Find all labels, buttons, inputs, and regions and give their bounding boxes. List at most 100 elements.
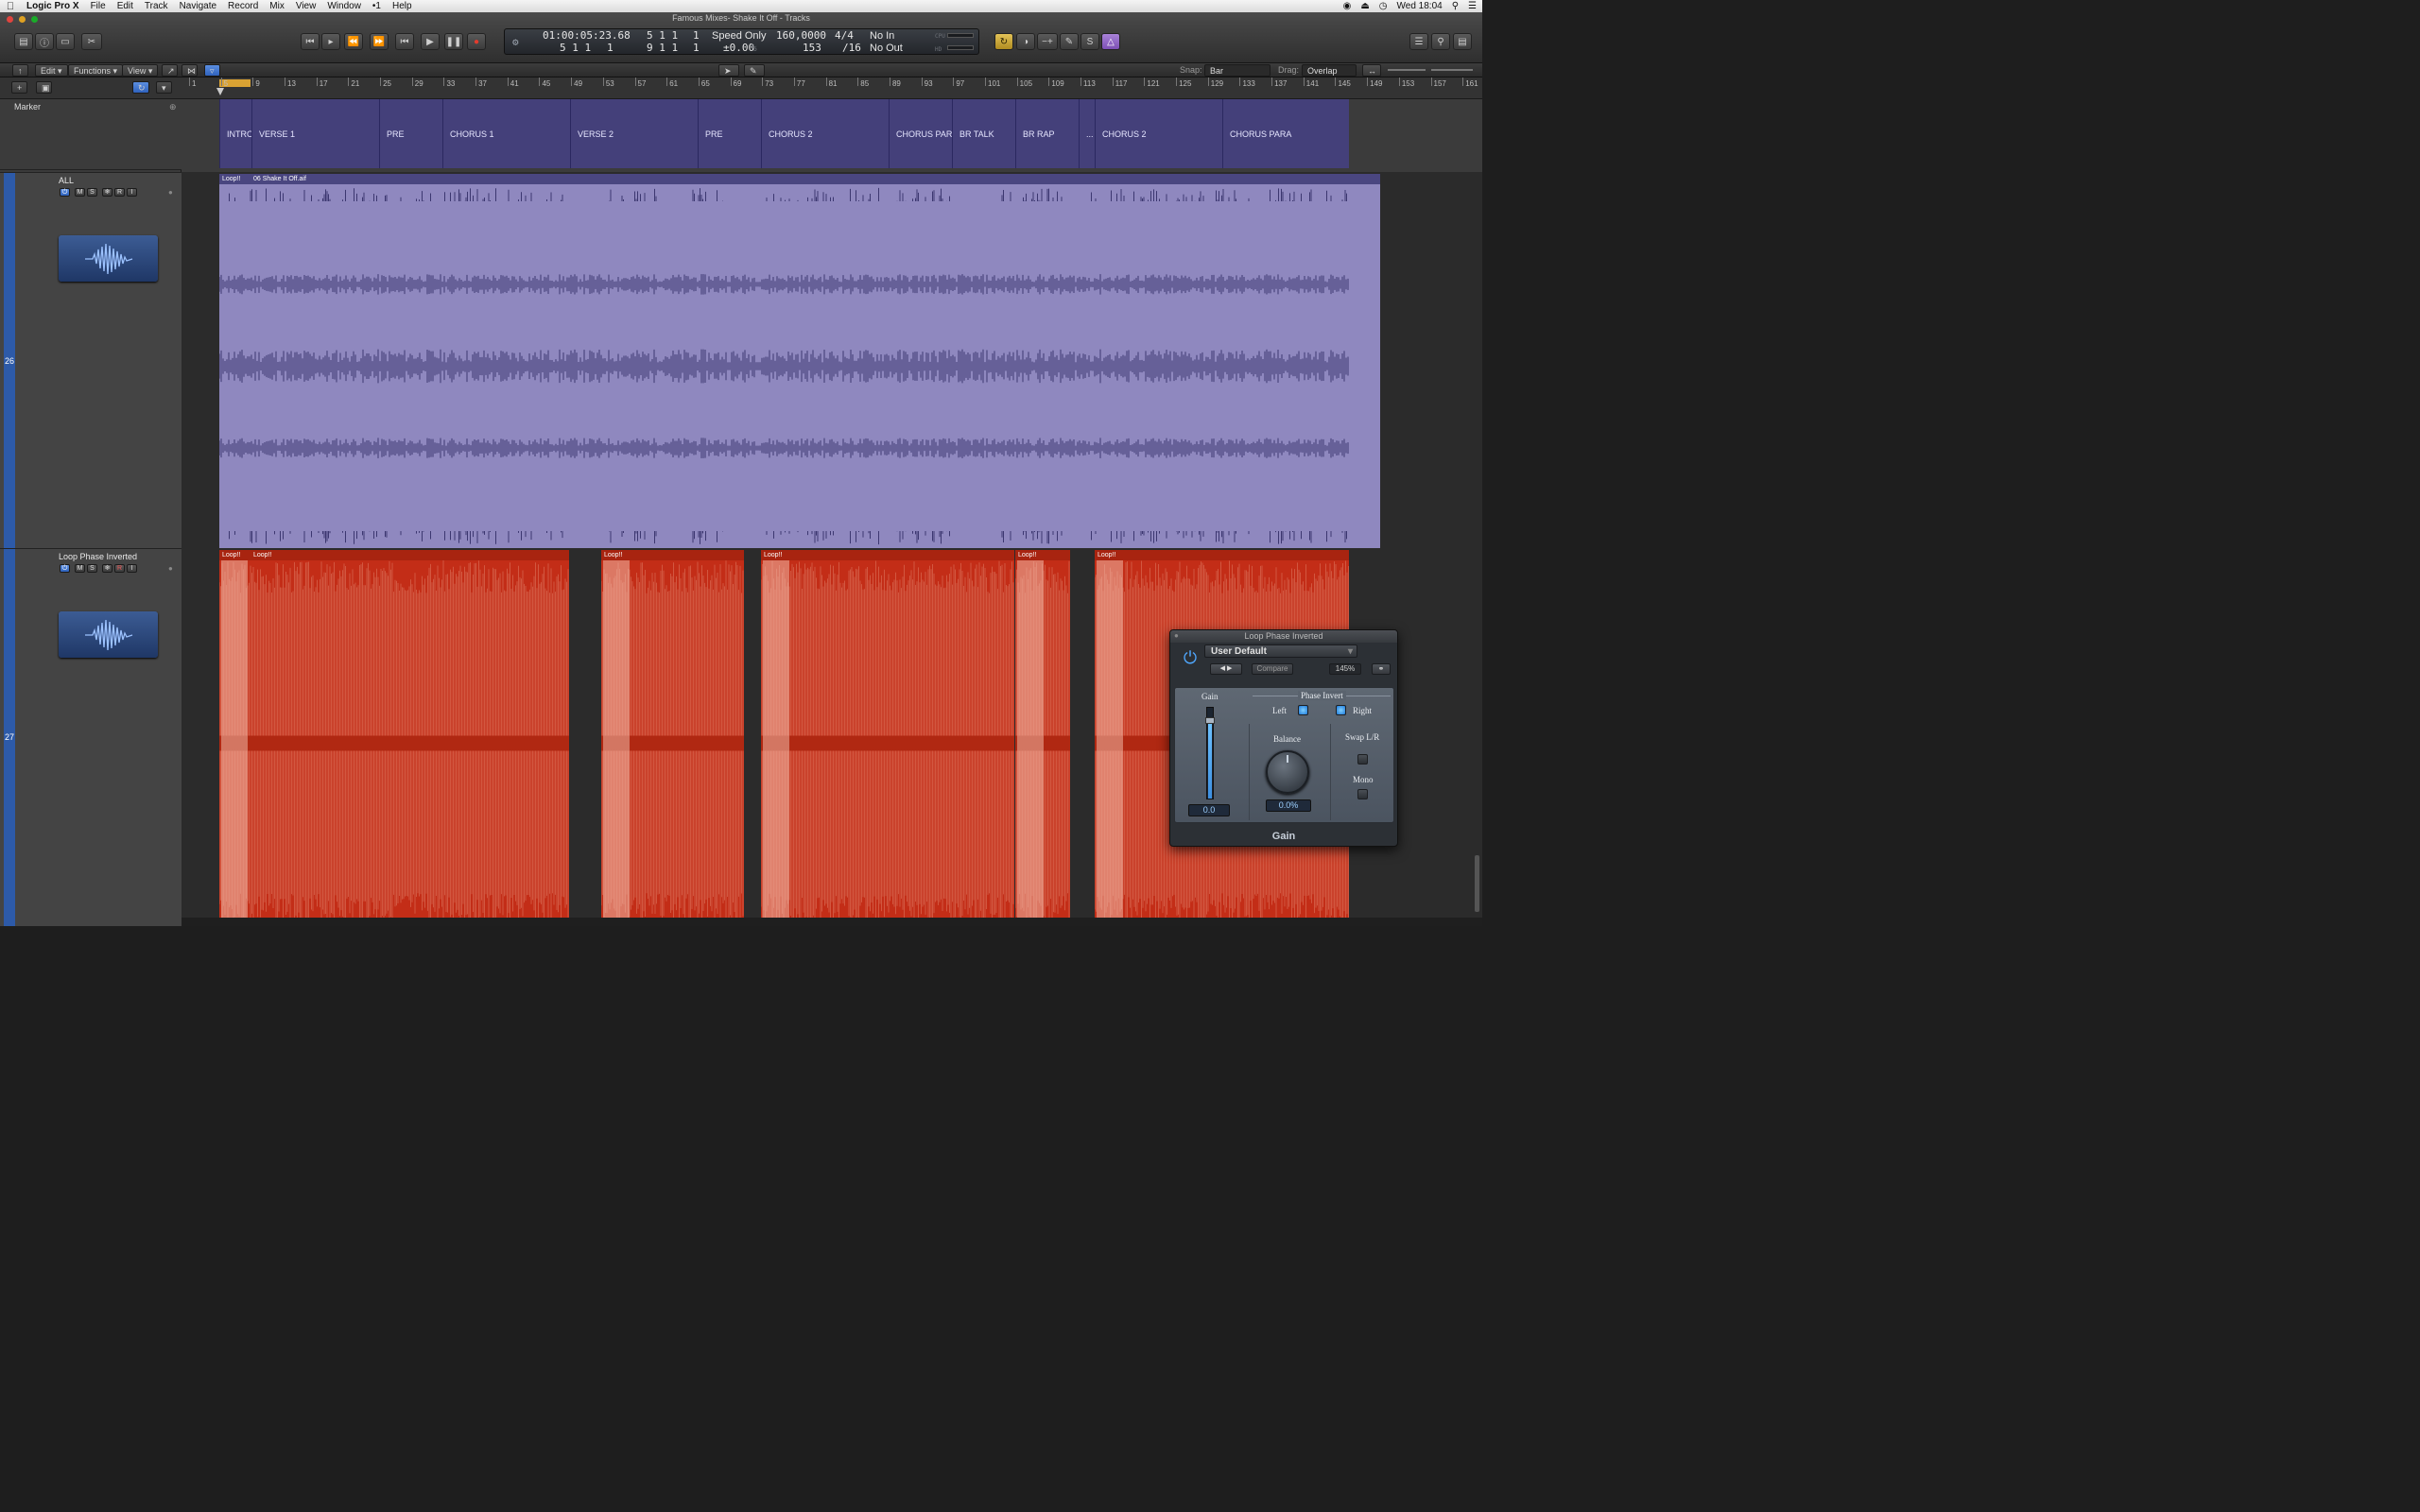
marker[interactable]: PRE [698,99,761,168]
spotlight-icon[interactable]: ⚲ [1452,0,1459,12]
lcd-varispeed-mode[interactable]: Speed Only [712,30,766,42]
add-marker-icon[interactable]: ⊕ [169,102,177,112]
marker[interactable]: BR RAP [1015,99,1079,168]
solo-button[interactable]: S [87,188,97,197]
view-menu[interactable]: View ▾ [122,64,159,77]
track-on-off-button[interactable]: ⏻ [60,564,70,573]
apple-icon[interactable]:  [0,1,21,12]
lcd-settings-icon[interactable]: ⚙ [512,37,519,48]
toolbar-button[interactable]: ▭ [56,33,75,50]
audio-region-loop[interactable]: Loop!! [601,550,744,926]
menu-view[interactable]: View [290,0,322,12]
phase-invert-left-checkbox[interactable] [1298,705,1308,715]
secondary-tool-menu[interactable]: ✎ [744,64,765,77]
pencil-button[interactable]: ✎ [1060,33,1079,50]
menubar-clock[interactable]: Wed 18:04 [1397,0,1443,12]
vertical-zoom-slider[interactable] [1388,69,1426,71]
mute-button[interactable]: M [75,188,85,197]
marker[interactable]: CHORUS 1 [442,99,570,168]
rewind-button[interactable]: ⏪ [344,33,363,50]
power-icon[interactable]: ⏻ [1180,647,1201,668]
plugin-zoom-select[interactable]: 145% [1329,663,1361,675]
record-enable-button[interactable]: R [114,564,125,573]
inspector-button[interactable]: ⓘ [35,33,54,50]
marker[interactable]: PRE [379,99,442,168]
audio-region-loop[interactable]: Loop!! [761,550,1014,926]
flex-button[interactable]: ↗ [162,64,178,77]
preset-select[interactable]: User Default ▾ [1204,644,1357,658]
gain-plugin-window[interactable]: Loop Phase Inverted ● ⏻ User Default ▾ ◀ … [1169,629,1398,847]
smart-controls-button[interactable]: ✂ [81,33,102,50]
track-header-26[interactable]: 26 ALL ⏻ M S ❄ R I ● [0,172,182,548]
play-button[interactable]: ▶ [421,33,440,50]
marker[interactable]: VERSE 1 [251,99,379,168]
menu-help[interactable]: Help [387,0,418,12]
pause-button[interactable]: ❚❚ [444,33,463,50]
input-monitor-button[interactable]: I [127,564,137,573]
marker-track-header[interactable]: Marker ⊕ [0,99,182,170]
track-name[interactable]: Loop Phase Inverted [59,552,137,561]
play-from-selection-button[interactable]: ▸ [321,33,340,50]
pointer-tool-menu[interactable]: ➤ [718,64,739,77]
marker[interactable]: BR TALK [952,99,1015,168]
lcd-division[interactable]: /16 [842,43,861,54]
audio-region-all[interactable]: Loop!! 06 Shake It Off.aif [219,174,1380,548]
back-to-start-button[interactable]: ⏮ [395,33,414,50]
eject-icon[interactable]: ⏏ [1360,0,1369,12]
list-editors-button[interactable]: ☰ [1409,33,1428,50]
menu-file[interactable]: File [85,0,112,12]
metronome-button[interactable]: △ [1101,33,1120,50]
menu-edit[interactable]: Edit [112,0,139,12]
menu-mix[interactable]: Mix [264,0,290,12]
edit-menu[interactable]: Edit ▾ [35,64,68,77]
add-track-button[interactable]: + [11,81,27,94]
mute-button[interactable]: M [75,564,85,573]
track-on-off-button[interactable]: ⏻ [60,188,70,197]
marker[interactable]: VERSE 2 [570,99,698,168]
marker[interactable]: CHORUS PARA [1222,99,1349,168]
menu-record[interactable]: Record [222,0,264,12]
record-enable-button[interactable]: R [114,188,125,197]
menu-navigate[interactable]: Navigate [174,0,222,12]
go-to-start-button[interactable]: ⏮ [301,33,320,50]
menu-screenset[interactable]: •1 [367,0,387,12]
note-pad-button[interactable]: ⚲ [1431,33,1450,50]
functions-menu[interactable]: Functions ▾ [68,64,124,77]
audio-region-loop[interactable]: Loop!! [1015,550,1070,926]
solo-button[interactable]: S [1080,33,1099,50]
horizontal-zoom-slider[interactable] [1431,69,1473,71]
global-tracks-button[interactable]: ↻ [132,81,149,94]
gain-value-field[interactable]: 0.0 [1188,804,1230,816]
wifi-icon[interactable]: ◉ [1343,0,1352,12]
track-header-27[interactable]: 27 Loop Phase Inverted ⏻ M S ❄ R I ● [0,548,182,926]
time-machine-icon[interactable]: ◷ [1379,0,1388,12]
gain-slider[interactable] [1205,707,1215,799]
marker[interactable]: CHORUS PARA [889,99,958,168]
menu-window[interactable]: Window [321,0,367,12]
cycle-button[interactable]: ↻ [994,33,1013,50]
waveform-zoom-button[interactable]: ↔ [1362,64,1381,77]
menu-track[interactable]: Track [139,0,174,12]
tuner-button[interactable]: ◑ [1016,33,1035,50]
browsers-button[interactable]: ▤ [1453,33,1472,50]
bar-ruler[interactable]: 1 5 9 13 17 21 25 29 33 37 41 45 49 53 57 61 65 69 73 77 81 8… [182,77,1482,99]
marker[interactable]: CHORUS 2 [761,99,889,168]
plugin-close-icon[interactable]: ● [1174,631,1179,640]
vertical-scrollbar[interactable] [1475,855,1479,912]
solo-button[interactable]: S [87,564,97,573]
record-button[interactable]: ● [467,33,486,50]
lcd-display[interactable]: ⚙ 01:00:05:23.68 5 1 1 1 5 1 1 1 9 1 1 1… [504,28,979,55]
menu-app-name[interactable]: Logic Pro X [21,0,85,12]
up-arrow-button[interactable]: ↑ [12,64,28,77]
filter-button[interactable]: ▿ [204,64,220,77]
balance-value-field[interactable]: 0.0% [1266,799,1311,812]
lcd-tempo[interactable]: 160,0000 [776,30,826,42]
marker[interactable]: ... [1079,99,1095,168]
catch-button[interactable]: ⋈ [182,64,198,77]
prev-icon[interactable]: ◀ [1220,665,1225,672]
horizontal-scrollbar[interactable] [182,918,1482,926]
audio-region-loop[interactable]: Loop!! Loop!! [219,550,569,926]
compare-button[interactable]: Compare [1252,663,1293,675]
freeze-button[interactable]: ❄ [102,564,112,573]
mono-checkbox[interactable] [1357,789,1368,799]
